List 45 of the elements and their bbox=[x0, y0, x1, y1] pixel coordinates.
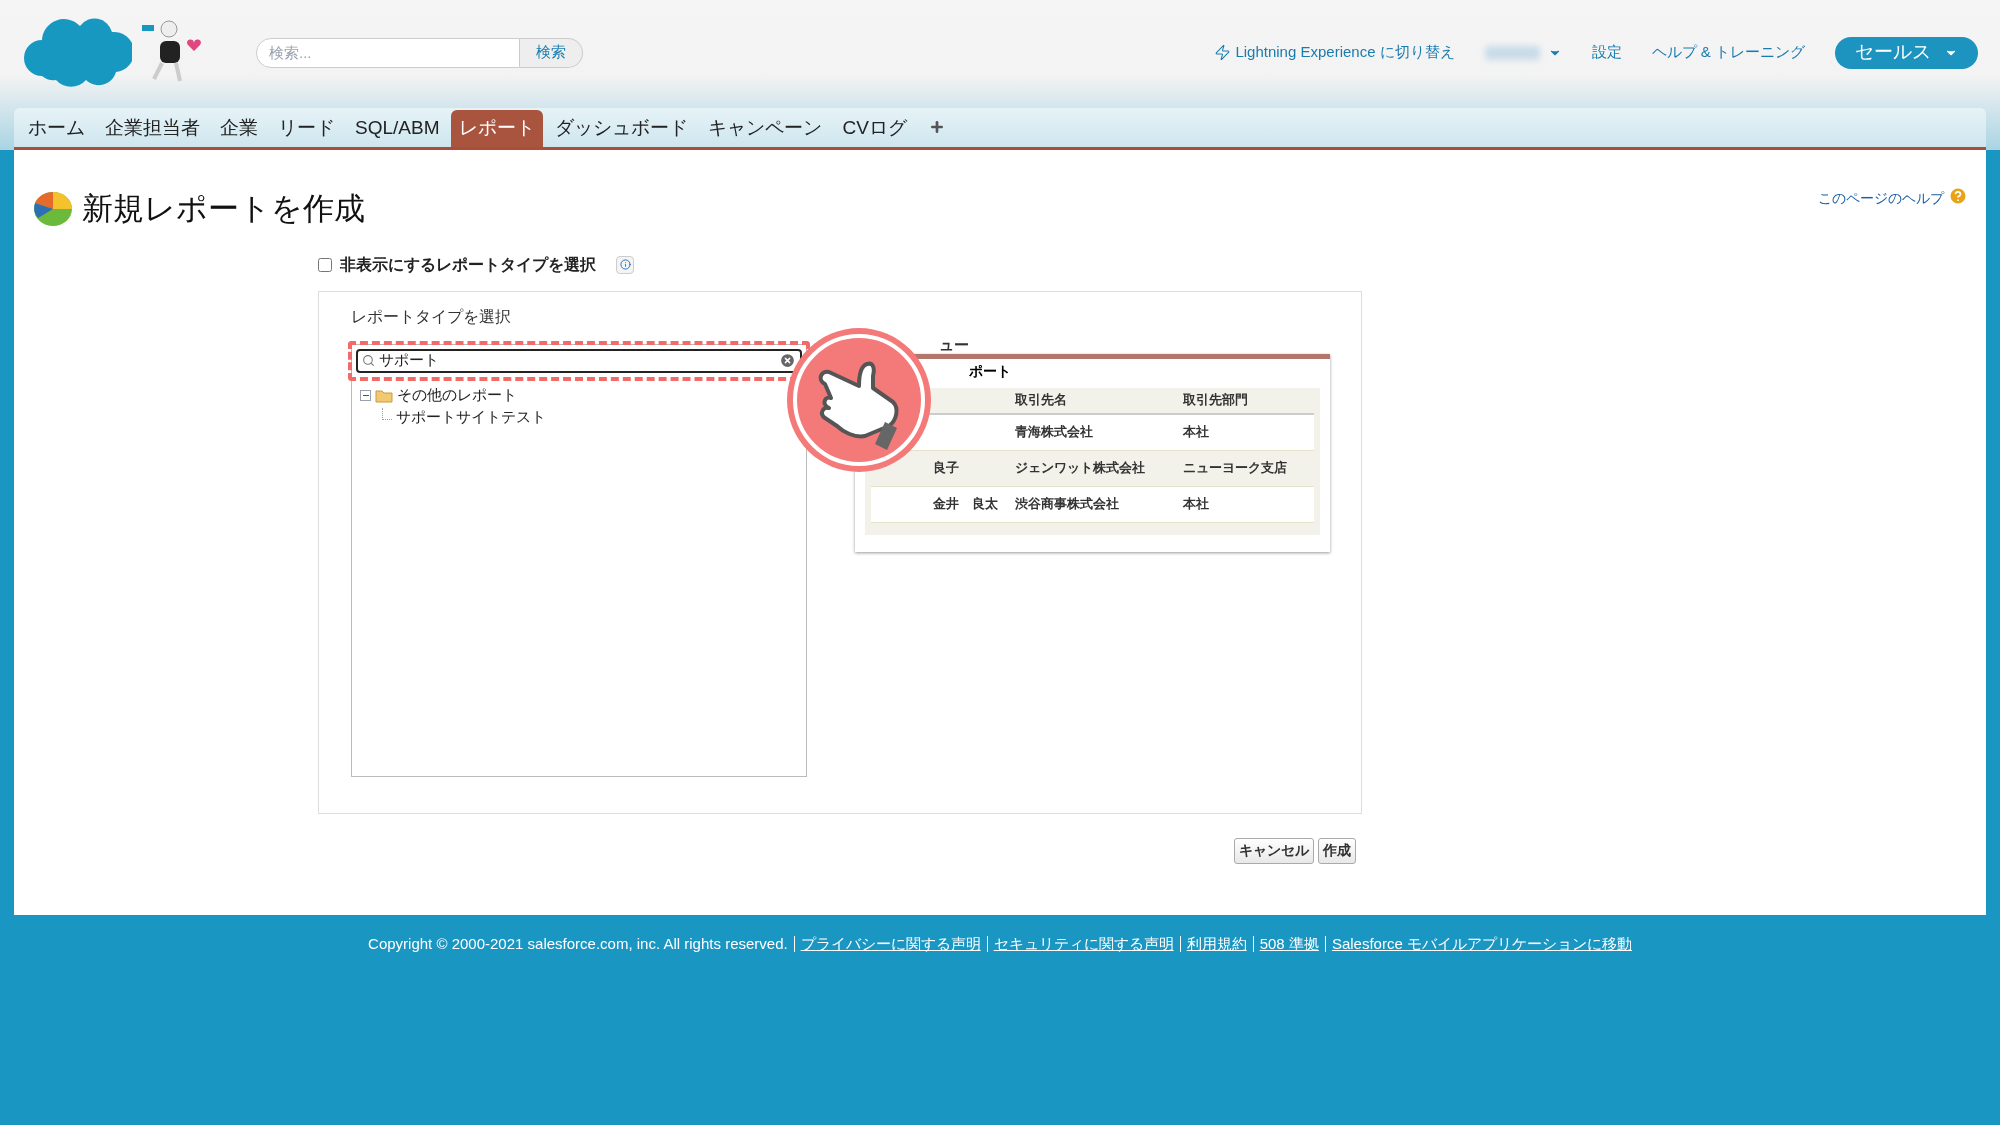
table-cell: ニューヨーク支店 bbox=[1183, 460, 1287, 476]
search-field[interactable]: 検索... bbox=[256, 37, 520, 68]
picker-label: レポートタイプを選択 bbox=[351, 306, 512, 327]
add-tab-icon[interactable] bbox=[928, 119, 945, 135]
clear-icon[interactable] bbox=[779, 352, 796, 369]
column-header: 取引先名 bbox=[1015, 391, 1068, 410]
table-cell: 本社 bbox=[1183, 424, 1209, 440]
tree-item[interactable]: その他のレポート bbox=[397, 384, 517, 407]
nav-tab[interactable]: リード bbox=[270, 110, 343, 147]
nav-tab[interactable]: ダッシュボード bbox=[547, 110, 697, 147]
page-help-link[interactable]: このページのヘルプ bbox=[1818, 187, 1944, 209]
table-cell: 青海株式会社 bbox=[1015, 424, 1093, 440]
checkbox-label: 非表示にするレポートタイプを選択 bbox=[340, 254, 596, 275]
nav-tab[interactable]: 企業 bbox=[212, 110, 266, 147]
hidden-types-checkbox[interactable] bbox=[318, 257, 332, 272]
app-menu-button[interactable]: セールス bbox=[1835, 36, 1978, 69]
table-cell: 金井 良太 bbox=[933, 496, 998, 512]
folder-icon bbox=[375, 388, 393, 403]
lightning-switch-link[interactable]: Lightning Experience に切り替え bbox=[1214, 41, 1455, 64]
collapse-toggle-icon[interactable] bbox=[360, 390, 371, 401]
nav-tab[interactable]: SQL/ABM bbox=[347, 110, 448, 147]
nav-tab[interactable]: CVログ bbox=[834, 110, 915, 147]
table-cell: 本社 bbox=[1183, 496, 1209, 512]
column-header: 取引先部門 bbox=[1183, 391, 1248, 410]
nav-tab[interactable]: ホーム bbox=[20, 110, 93, 147]
table-cell: 良子 bbox=[933, 460, 959, 476]
lightning-icon bbox=[1214, 44, 1232, 61]
page-title: 新規レポートを作成 bbox=[82, 190, 365, 228]
search-button[interactable]: 検索 bbox=[520, 37, 583, 68]
header-link[interactable]: ヘルプ & トレーニング bbox=[1651, 41, 1805, 64]
search-icon bbox=[362, 354, 375, 367]
preview-report-title: ポート bbox=[969, 361, 1012, 381]
tree-item[interactable]: サポートサイトテスト bbox=[396, 406, 546, 429]
header-link[interactable]: 設定 bbox=[1591, 41, 1622, 64]
table-cell: 渋谷商事株式会社 bbox=[1015, 496, 1119, 512]
form-button[interactable]: 作成 bbox=[1318, 837, 1356, 864]
preview-label: ュー bbox=[939, 337, 970, 354]
form-button[interactable]: キャンセル bbox=[1234, 837, 1314, 864]
nav-tab[interactable]: レポート bbox=[451, 110, 544, 147]
info-icon[interactable] bbox=[616, 255, 634, 274]
copyright-text: Copyright © 2000-2021 salesforce.com, inc. All rights reserved. bbox=[368, 934, 788, 954]
report-search-field[interactable]: サポート bbox=[356, 348, 802, 373]
nav-tab[interactable]: 企業担当者 bbox=[97, 110, 208, 147]
nav-tab[interactable]: キャンペーン bbox=[700, 110, 831, 147]
table-cell: ジェンワット株式会社 bbox=[1015, 460, 1145, 476]
